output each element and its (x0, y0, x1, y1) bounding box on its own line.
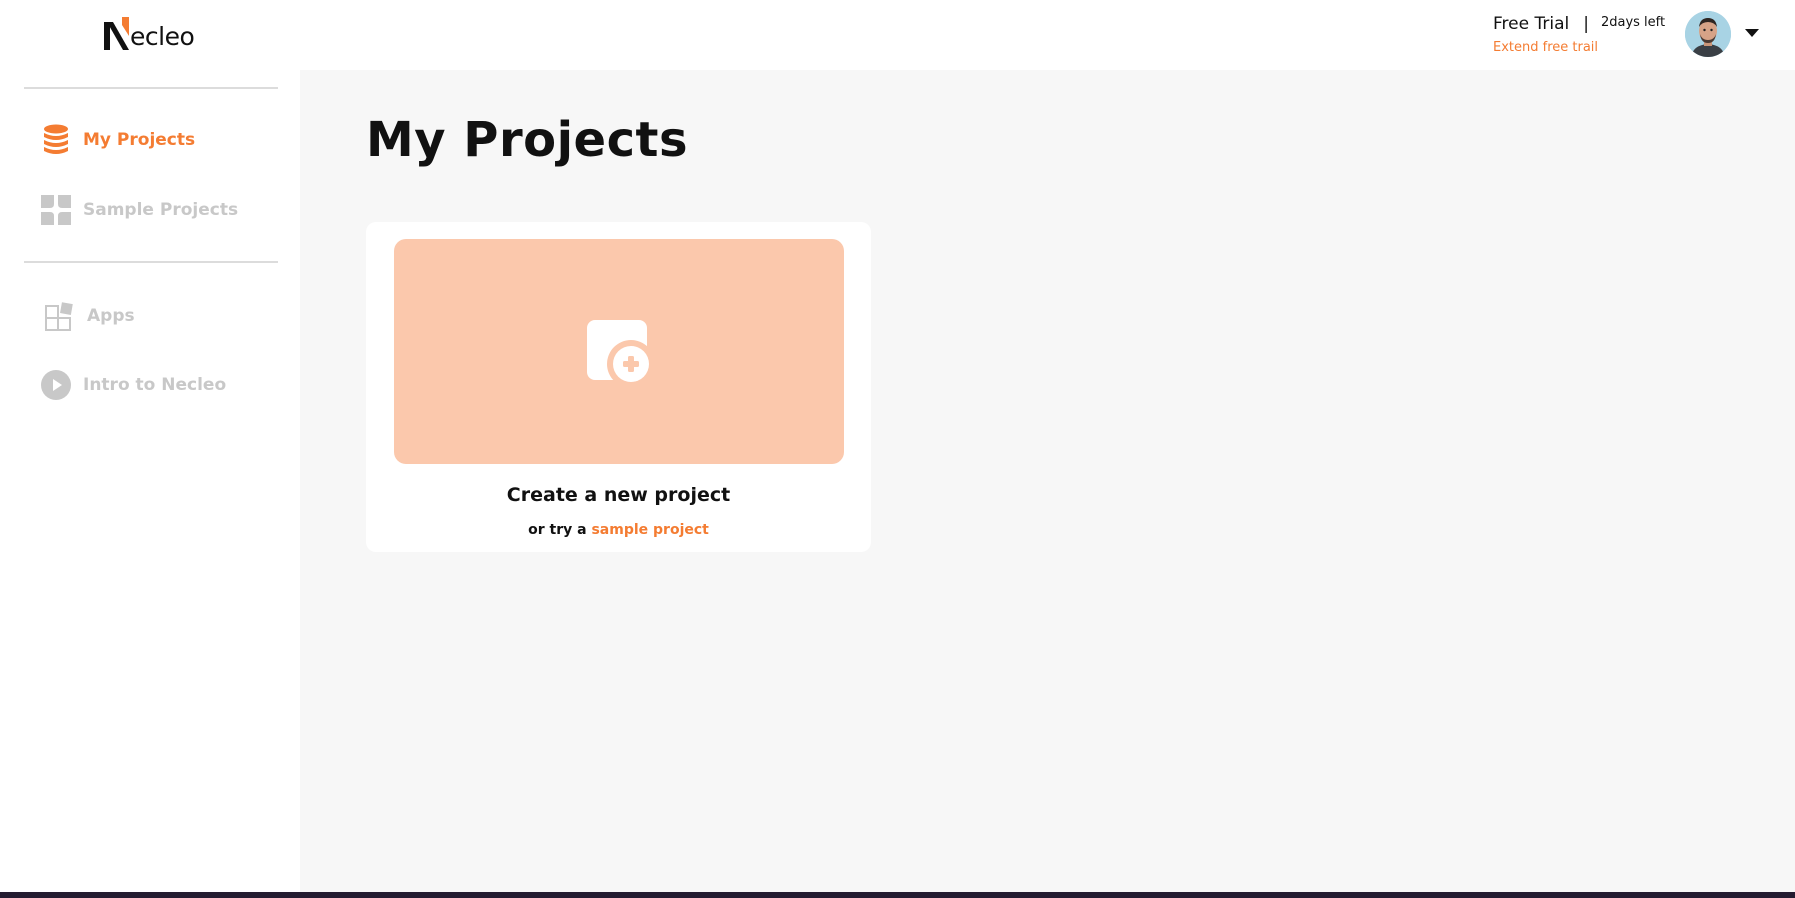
extend-trial-link[interactable]: Extend free trail (1493, 40, 1598, 55)
necleo-logo-mark-icon (104, 17, 129, 50)
top-header: ecleo Free Trial | 2days left Extend fre… (0, 0, 1795, 70)
avatar-face-icon (1685, 11, 1731, 57)
sidebar-item-intro[interactable]: Intro to Necleo (38, 365, 226, 405)
sidebar-item-label: Apps (87, 306, 135, 326)
bottom-bar (0, 892, 1795, 898)
new-project-card: Create a new project or try a sample pro… (366, 222, 871, 552)
sidebar: My Projects Sample Projects Apps Intro t… (0, 70, 300, 892)
user-avatar[interactable] (1685, 11, 1731, 57)
card-subtitle-prefix: or try a (528, 522, 592, 538)
account-menu-toggle[interactable] (1743, 26, 1761, 40)
sidebar-item-label: Intro to Necleo (83, 375, 227, 395)
trial-days-left: 2days left (1600, 15, 1666, 30)
main-content: My Projects Create a new project or try … (300, 70, 1795, 892)
page-title: My Projects (366, 112, 689, 168)
create-project-tile[interactable] (394, 239, 844, 464)
play-icon (38, 367, 74, 403)
grid-leaf-icon (38, 192, 74, 228)
card-title: Create a new project (506, 484, 731, 506)
sidebar-item-apps[interactable]: Apps (42, 296, 135, 336)
add-file-icon (587, 319, 655, 388)
sample-project-link[interactable]: sample project (591, 522, 708, 538)
logo-text: ecleo (130, 22, 195, 51)
sidebar-divider-top (24, 87, 278, 89)
caret-down-icon (1745, 28, 1759, 37)
card-subtitle: or try a sample project (366, 522, 871, 538)
sidebar-item-my-projects[interactable]: My Projects (38, 120, 195, 160)
apps-icon (42, 298, 78, 334)
trial-status: Free Trial | 2days left (1493, 12, 1665, 36)
sidebar-divider-middle (24, 261, 278, 263)
sidebar-item-label: Sample Projects (83, 200, 239, 220)
database-icon (38, 122, 74, 158)
trial-separator: | (1583, 14, 1589, 34)
necleo-logo[interactable]: ecleo (103, 16, 195, 52)
trial-title: Free Trial (1493, 14, 1570, 34)
sidebar-item-label: My Projects (83, 130, 196, 150)
sidebar-item-sample-projects[interactable]: Sample Projects (38, 190, 238, 230)
